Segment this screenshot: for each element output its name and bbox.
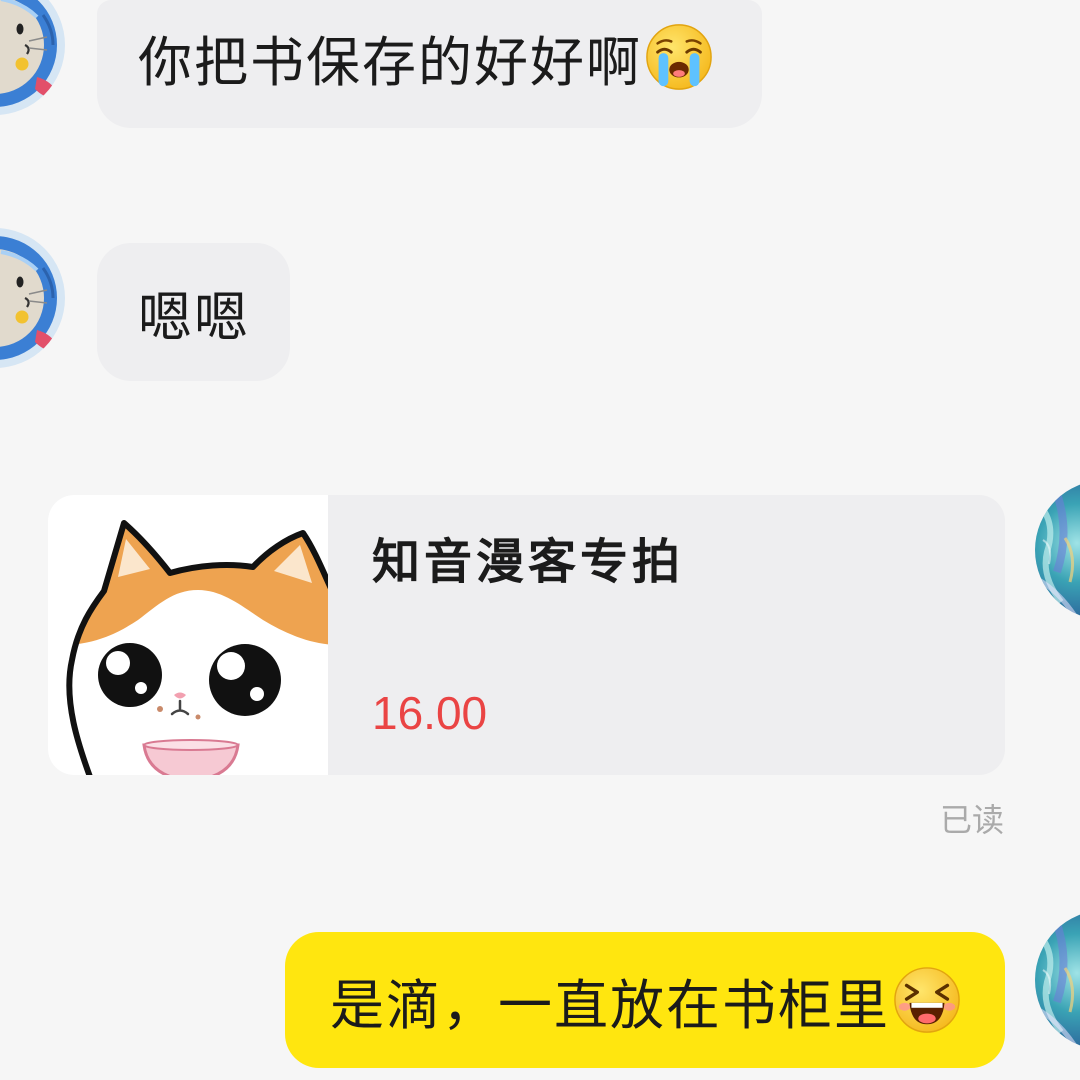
- cat-avatar-icon[interactable]: [0, 0, 65, 115]
- cat-sticker-image: [66, 520, 328, 775]
- anime-avatar-icon[interactable]: [1035, 480, 1080, 620]
- product-price: 16.00: [372, 687, 488, 739]
- chat-view: 你把书保存的好好啊 嗯嗯 知音漫客专拍 16.00 已读 是滴，一直放在书柜里: [0, 0, 1080, 1080]
- product-title: 知音漫客专拍: [372, 534, 685, 590]
- product-card[interactable]: 知音漫客专拍 16.00: [48, 495, 1005, 775]
- message-text: 嗯嗯: [138, 285, 250, 349]
- loudly-crying-face-icon: [646, 24, 712, 90]
- laughing-face-icon: [894, 967, 960, 1033]
- message-text: 是滴，一直放在书柜里: [330, 973, 890, 1037]
- product-image[interactable]: [48, 495, 328, 775]
- message-text: 你把书保存的好好啊: [138, 30, 642, 94]
- incoming-message-bubble[interactable]: 嗯嗯: [97, 243, 290, 381]
- anime-avatar-icon[interactable]: [1035, 910, 1080, 1050]
- incoming-message-bubble[interactable]: 你把书保存的好好啊: [97, 0, 762, 128]
- read-status: 已读: [940, 801, 1005, 839]
- outgoing-message-bubble[interactable]: 是滴，一直放在书柜里: [285, 932, 1005, 1068]
- cat-avatar-icon[interactable]: [0, 228, 65, 368]
